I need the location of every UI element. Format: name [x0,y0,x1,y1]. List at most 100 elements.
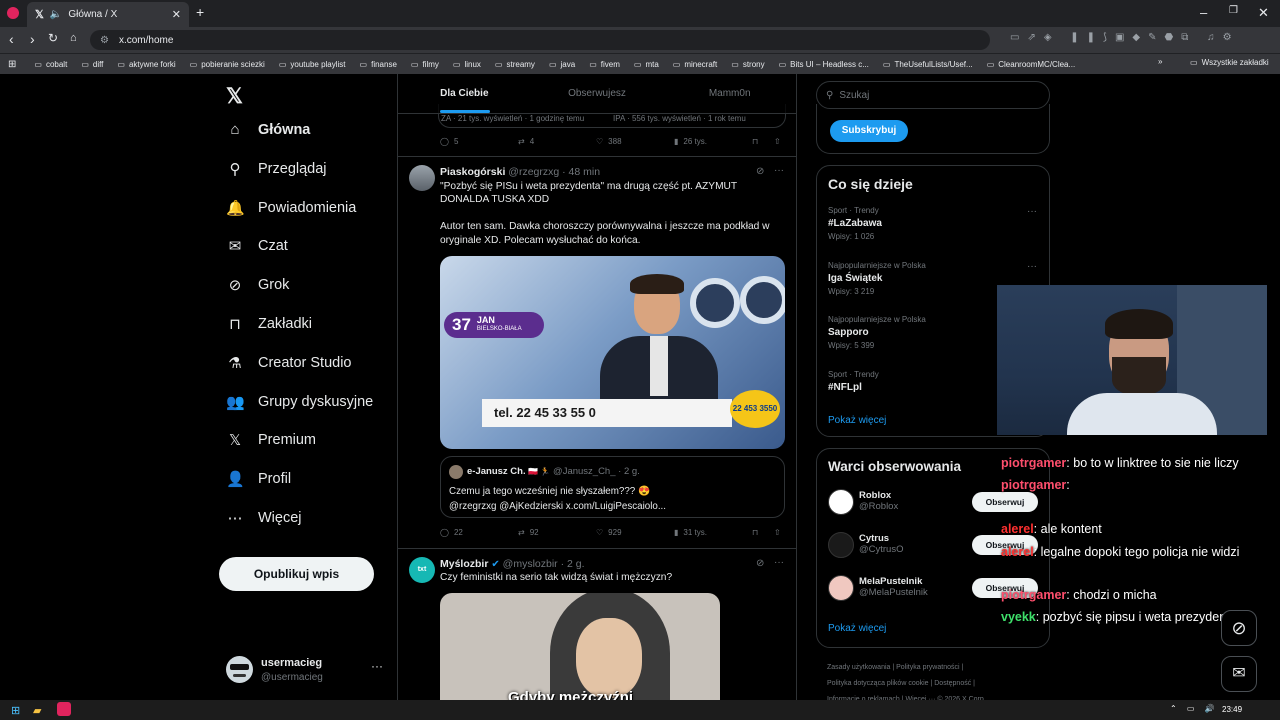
more-icon[interactable]: ··· [1027,261,1037,272]
post-media[interactable]: Gdyby mężczyźni [440,593,720,700]
avatar[interactable] [828,532,854,558]
reply-button[interactable]: ◯ 5 [440,137,518,146]
bookmark-item[interactable]: ▭ finanse [360,60,397,69]
tab-obserwujesz[interactable]: Obserwujesz [531,74,664,113]
bookmark-page-icon[interactable]: ⌂ [70,32,77,44]
post-time[interactable]: · 48 min [562,166,600,178]
x-logo-icon[interactable]: 𝕏 [226,84,243,109]
forward-icon[interactable]: › [30,31,35,47]
avatar[interactable] [828,489,854,515]
bookmark-item[interactable]: ▭ diff [81,60,103,69]
trend-item[interactable]: Najpopularniejsze w Polska Iga Świątek Wpi… [828,261,926,296]
browser-logo-icon[interactable] [7,7,19,19]
site-settings-icon[interactable]: ⚙ [100,35,109,46]
reply-button[interactable]: ◯ 22 [440,528,518,537]
bookmark-item[interactable]: ▭ minecraft [673,60,717,69]
tab-dla-ciebie[interactable]: Dla Ciebie [398,74,531,113]
messages-floating-button[interactable]: ✉ [1221,656,1257,692]
like-button[interactable]: ♡ 388 [596,137,674,146]
trend-item[interactable]: Sport · Trendy #LaZabawa Wpisy: 1 026 [828,206,882,241]
bookmark-item[interactable]: ▭ youtube playlist [279,60,346,69]
tab-close-icon[interactable]: ✕ [172,8,181,21]
maximize-icon[interactable]: ❐ [1229,5,1238,16]
more-icon[interactable]: ··· [371,659,383,673]
grok-floating-button[interactable]: ⊘ [1221,610,1257,646]
nav-item-search[interactable]: ⚲ Przeglądaj [226,160,327,178]
views-button[interactable]: ▮ 31 tys. [674,528,752,537]
nav-item-home[interactable]: ⌂ Główna [226,121,310,138]
suggested-account[interactable]: Cytrus @CytrusO [859,533,903,555]
post-piaskogorski[interactable]: Piaskogórski @rzegrzxg · 48 min ⊘ ··· "P… [398,157,796,547]
repost-button[interactable]: ⇄ 92 [518,528,596,537]
quoted-post[interactable]: e-Janusz Ch. 🇵🇱 🏃 @Janusz_Ch_ · 2 g. Cze… [440,456,785,518]
nav-item-grok[interactable]: ⊘ Grok [226,276,290,294]
bookmark-item[interactable]: ▭ fivem [589,60,620,69]
nav-item-creator[interactable]: ⚗ Creator Studio [226,354,351,372]
grok-icon[interactable]: ⊘ [756,166,764,177]
close-window-icon[interactable]: ✕ [1258,5,1269,21]
browser-tab[interactable]: 𝕏 🔈 Główna / X ✕ [27,2,189,27]
trend-item[interactable]: Sport · Trendy #NFLpl [828,370,879,396]
trend-item[interactable]: Najpopularniejsze w Polska Sapporo Wpisy: … [828,315,926,350]
search-input[interactable]: Szukaj [839,90,869,101]
post-myslozbir[interactable]: txt Myślozbir ✔ @myslozbir · 2 g. ⊘ ··· … [398,549,796,700]
extensions-icons[interactable]: ▭⇗◈ ❚❚⟆▣◆✎⬣⧉ ♫⚙ [1010,32,1240,43]
nav-item-bell[interactable]: 🔔 Powiadomienia [226,199,356,217]
apps-icon[interactable]: ⊞ [8,59,16,70]
footer-links[interactable]: Zasady użytkowania | Polityka prywatnośc… [827,660,986,700]
speaker-icon[interactable]: 🔈 [50,9,62,20]
more-icon[interactable]: ··· [774,165,784,176]
suggested-account[interactable]: MelaPustelnik @MelaPustelnik [859,576,928,598]
suggested-account[interactable]: Roblox @Roblox [859,490,898,512]
bookmark-item[interactable]: ▭ Bits UI – Headless c... [779,60,869,69]
nav-item-profile[interactable]: 👤 Profil [226,470,291,488]
bookmark-item[interactable]: ▭ streamy [495,60,535,69]
bookmark-item[interactable]: ▭ filmy [411,60,439,69]
share-icon[interactable]: ⇧ [774,528,781,537]
avatar[interactable] [409,165,435,191]
bookmark-item[interactable]: ▭ TheUsefulLists/Usef... [883,60,973,69]
author-name[interactable]: Myślozbir [440,558,488,570]
reload-icon[interactable]: ↻ [48,31,58,45]
start-icon[interactable]: ⊞ [11,704,20,717]
post-media[interactable]: 37 JAN BIELSKO-BIAŁA tel. 22 45 33 55 0 2… [440,256,785,449]
share-icon[interactable]: ⇧ [774,137,781,146]
minimize-icon[interactable]: – [1200,5,1207,20]
new-tab-icon[interactable]: + [196,4,204,20]
repost-button[interactable]: ⇄ 4 [518,137,596,146]
back-icon[interactable]: ‹ [9,31,14,47]
account-switcher[interactable]: usermacieg @usermacieg ··· [226,655,386,685]
bookmark-item[interactable]: ▭ java [549,60,575,69]
bookmark-icon[interactable]: ⊓ [752,528,774,537]
bookmark-item[interactable]: ▭ strony [731,60,764,69]
bookmark-item[interactable]: ▭ mta [634,60,659,69]
post-time[interactable]: · 2 g. [561,558,585,570]
like-button[interactable]: ♡ 929 [596,528,674,537]
show-more-link[interactable]: Pokaż więcej [828,415,886,426]
show-more-link[interactable]: Pokaż więcej [828,623,886,634]
nav-item-groups[interactable]: 👥 Grupy dyskusyjne [226,393,373,411]
avatar[interactable]: txt [409,557,435,583]
views-button[interactable]: ▮ 26 tys. [674,137,752,146]
tab-mamm0n[interactable]: Mamm0n [663,74,796,113]
avatar[interactable] [828,575,854,601]
nav-item-mail[interactable]: ✉ Czat [226,237,288,255]
nav-item-more[interactable]: ⋯ Więcej [226,509,302,527]
post-button[interactable]: Opublikuj wpis [219,557,374,591]
bookmark-icon[interactable]: ⊓ [752,137,774,146]
bookmark-item[interactable]: ▭ linux [453,60,481,69]
all-bookmarks[interactable]: ▭ Wszystkie zakładki [1190,58,1269,67]
author-name[interactable]: Piaskogórski [440,166,505,178]
bookmarks-overflow-icon[interactable]: » [1158,57,1162,66]
bookmark-item[interactable]: ▭ aktywne forki [117,60,175,69]
bookmark-item[interactable]: ▭ cobalt [34,60,67,69]
subscribe-button[interactable]: Subskrybuj [830,120,908,142]
nav-item-bookmark[interactable]: ⊓ Zakładki [226,315,312,333]
grok-icon[interactable]: ⊘ [756,558,764,569]
nav-item-premium[interactable]: 𝕏 Premium [226,431,316,449]
more-icon[interactable]: ··· [774,557,784,568]
browser-taskbar-icon[interactable] [57,702,71,716]
tray-icons[interactable]: ⌃ ▭ 🔊 [1170,704,1219,713]
explorer-icon[interactable]: ▰ [33,704,41,717]
more-icon[interactable]: ··· [1027,206,1037,217]
